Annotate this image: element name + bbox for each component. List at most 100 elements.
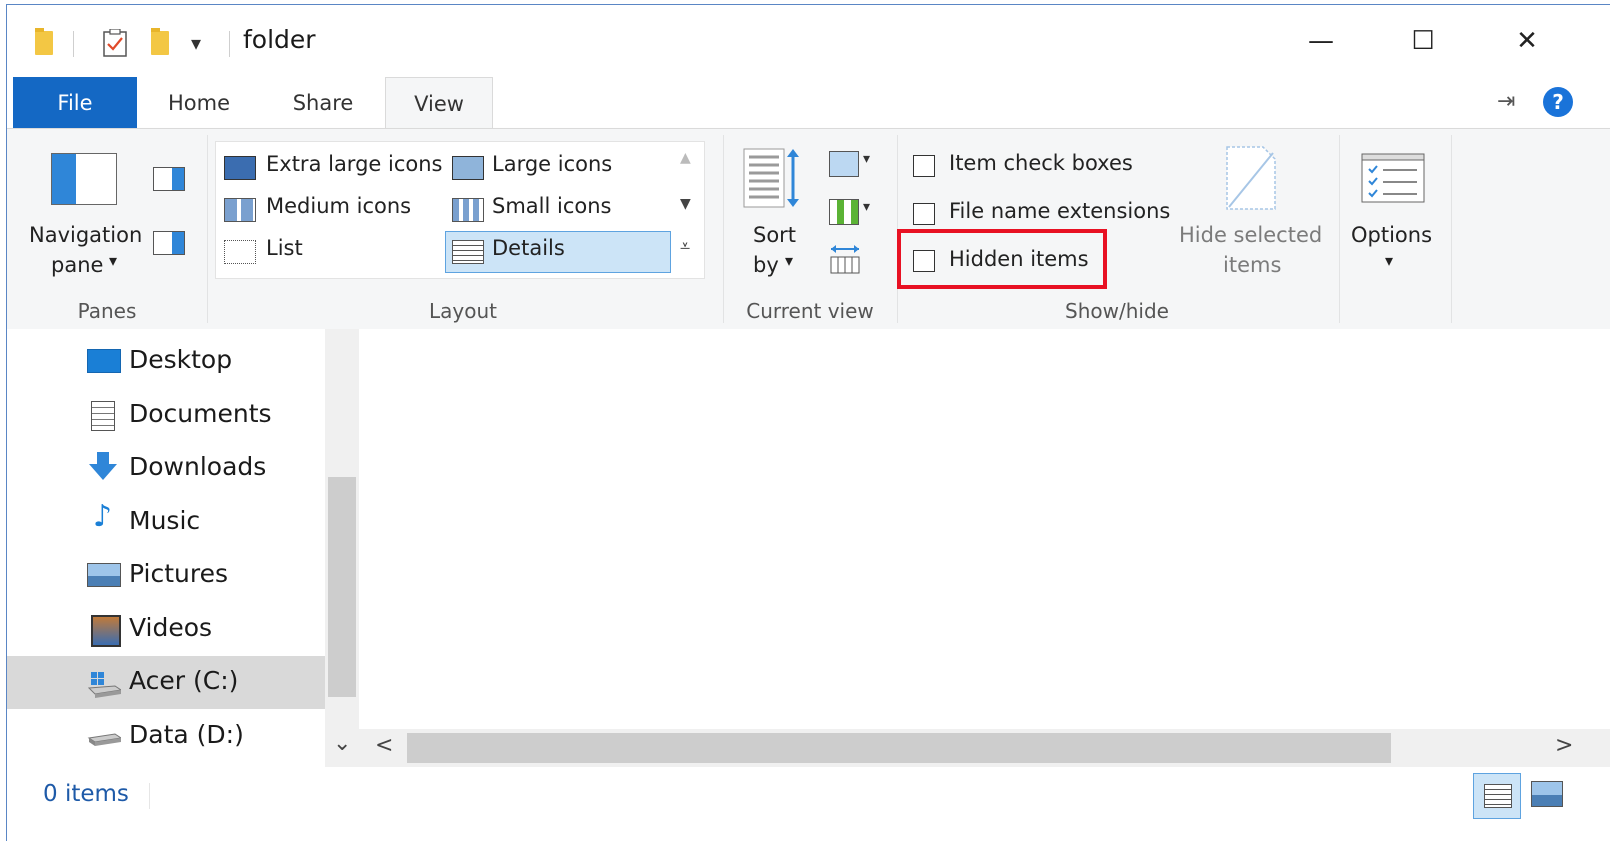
options-dropdown-icon[interactable]: ▾ bbox=[1385, 251, 1393, 270]
sort-by-dropdown-icon[interactable]: ▾ bbox=[785, 251, 793, 270]
sort-by-label-2[interactable]: by bbox=[753, 253, 779, 277]
nav-item-label: Music bbox=[129, 506, 201, 535]
nav-item-downloads[interactable]: Downloads bbox=[7, 442, 325, 495]
layout-large-icons[interactable]: Large icons bbox=[492, 152, 612, 176]
group-label-layout: Layout bbox=[429, 299, 497, 323]
nav-item-music[interactable]: ♪ Music bbox=[7, 496, 325, 549]
downloads-icon bbox=[87, 452, 119, 480]
maximize-button[interactable]: ☐ bbox=[1393, 17, 1453, 65]
group-separator bbox=[723, 135, 724, 323]
drive-c-icon bbox=[87, 672, 123, 698]
nav-item-label: Desktop bbox=[129, 345, 233, 374]
nav-pane-scroll-thumb[interactable] bbox=[328, 477, 356, 697]
layout-medium-icons[interactable]: Medium icons bbox=[266, 194, 411, 218]
window-title: folder bbox=[243, 25, 316, 54]
preview-pane-icon[interactable] bbox=[153, 167, 185, 191]
nav-item-data-d[interactable]: Data (D:) bbox=[7, 710, 325, 763]
layout-details[interactable]: Details bbox=[492, 236, 565, 260]
nav-pane-scrollbar[interactable]: ⌄ bbox=[325, 329, 359, 767]
item-check-boxes-label[interactable]: Item check boxes bbox=[949, 151, 1133, 175]
hide-selected-items-label[interactable]: Hide selected bbox=[1179, 223, 1322, 247]
status-bar: 0 items bbox=[7, 767, 1610, 841]
content-horizontal-scrollbar[interactable]: < > bbox=[359, 729, 1610, 767]
options-label[interactable]: Options bbox=[1351, 223, 1432, 247]
options-icon[interactable] bbox=[1361, 153, 1425, 203]
navigation-pane-dropdown-icon[interactable]: ▾ bbox=[109, 251, 117, 270]
ribbon-tabs: File Home Share View ⇥ ? bbox=[7, 77, 1610, 130]
group-by-dropdown-icon[interactable]: ▾ bbox=[863, 151, 870, 167]
hide-selected-items-label-2[interactable]: items bbox=[1223, 253, 1281, 277]
nav-item-label: Videos bbox=[129, 613, 213, 642]
group-label-current-view: Current view bbox=[746, 299, 874, 323]
hide-selected-items-icon[interactable] bbox=[1225, 145, 1277, 211]
file-name-extensions-checkbox[interactable] bbox=[913, 203, 935, 225]
properties-check-icon[interactable] bbox=[103, 28, 127, 57]
nav-item-desktop[interactable]: Desktop bbox=[7, 335, 325, 388]
add-columns-icon[interactable] bbox=[829, 199, 859, 225]
scroll-left-icon[interactable]: < bbox=[375, 733, 393, 758]
add-columns-dropdown-icon[interactable]: ▾ bbox=[863, 199, 870, 215]
gallery-scroll-up-icon[interactable]: ▲ bbox=[680, 150, 691, 166]
title-separator bbox=[229, 31, 230, 57]
explorer-window: ▾ folder — ☐ ✕ File Home Share View ⇥ ? … bbox=[6, 4, 1610, 841]
music-icon: ♪ bbox=[93, 499, 113, 534]
nav-item-label: Data (D:) bbox=[129, 720, 244, 749]
tab-view[interactable]: View bbox=[385, 77, 493, 130]
drive-d-icon bbox=[87, 728, 123, 754]
status-separator bbox=[149, 783, 150, 809]
desktop-icon bbox=[87, 349, 121, 373]
help-icon[interactable]: ? bbox=[1543, 87, 1573, 117]
extra-large-icons-icon bbox=[224, 156, 256, 180]
folder-icon[interactable] bbox=[35, 28, 53, 55]
layout-small-icons[interactable]: Small icons bbox=[492, 194, 611, 218]
hidden-items-highlight bbox=[897, 229, 1107, 289]
group-by-icon[interactable] bbox=[829, 151, 859, 177]
group-separator bbox=[1339, 135, 1340, 323]
nav-item-label: Pictures bbox=[129, 559, 228, 588]
navigation-pane-label-2[interactable]: pane bbox=[51, 253, 103, 277]
file-name-extensions-label[interactable]: File name extensions bbox=[949, 199, 1170, 223]
small-icons-icon bbox=[452, 198, 484, 222]
details-view-button[interactable] bbox=[1473, 773, 1521, 819]
item-check-boxes-checkbox[interactable] bbox=[913, 155, 935, 177]
gallery-expand-icon[interactable]: ⩡ bbox=[680, 236, 690, 257]
tab-file[interactable]: File bbox=[13, 77, 137, 129]
scroll-down-icon[interactable]: ⌄ bbox=[333, 731, 351, 756]
videos-icon bbox=[91, 615, 121, 647]
details-icon bbox=[452, 240, 484, 264]
nav-item-label: Documents bbox=[129, 399, 272, 428]
pin-ribbon-icon[interactable]: ⇥ bbox=[1497, 89, 1515, 114]
details-pane-icon[interactable] bbox=[153, 231, 185, 255]
layout-extra-large-icons[interactable]: Extra large icons bbox=[266, 152, 442, 176]
group-label-show-hide: Show/hide bbox=[1065, 299, 1169, 323]
close-button[interactable]: ✕ bbox=[1497, 17, 1557, 65]
minimize-button[interactable]: — bbox=[1291, 17, 1351, 65]
layout-list[interactable]: List bbox=[266, 236, 303, 260]
medium-icons-icon bbox=[224, 198, 256, 222]
navigation-pane-label[interactable]: Navigation bbox=[29, 223, 142, 247]
large-icons-icon bbox=[452, 156, 484, 180]
file-list-area[interactable] bbox=[359, 329, 1610, 729]
group-label-panes: Panes bbox=[77, 299, 137, 323]
nav-item-acer-c[interactable]: Acer (C:) bbox=[7, 656, 325, 709]
ribbon-view: Navigation pane ▾ Panes Extra large icon… bbox=[7, 128, 1610, 330]
tab-share[interactable]: Share bbox=[277, 77, 369, 129]
gallery-scroll-down-icon[interactable]: ▼ bbox=[680, 196, 691, 212]
content-scroll-thumb[interactable] bbox=[407, 733, 1391, 763]
scroll-right-icon[interactable]: > bbox=[1555, 733, 1573, 758]
navigation-pane-icon[interactable] bbox=[51, 153, 117, 205]
nav-item-label: Acer (C:) bbox=[129, 666, 239, 695]
tab-home[interactable]: Home bbox=[153, 77, 245, 129]
size-columns-icon[interactable] bbox=[829, 243, 860, 274]
new-folder-icon[interactable] bbox=[151, 28, 169, 55]
nav-item-videos[interactable]: Videos bbox=[7, 603, 325, 656]
title-bar: ▾ folder — ☐ ✕ bbox=[7, 5, 1610, 77]
qat-dropdown-icon[interactable]: ▾ bbox=[191, 31, 201, 55]
documents-icon bbox=[91, 401, 115, 431]
large-icons-view-button[interactable] bbox=[1531, 781, 1563, 807]
sort-by-icon[interactable] bbox=[743, 147, 799, 209]
sort-by-label[interactable]: Sort bbox=[753, 223, 796, 247]
navigation-pane: Desktop Documents Downloads ♪ Music Pict… bbox=[7, 329, 327, 767]
nav-item-documents[interactable]: Documents bbox=[7, 389, 325, 442]
nav-item-pictures[interactable]: Pictures bbox=[7, 549, 325, 602]
